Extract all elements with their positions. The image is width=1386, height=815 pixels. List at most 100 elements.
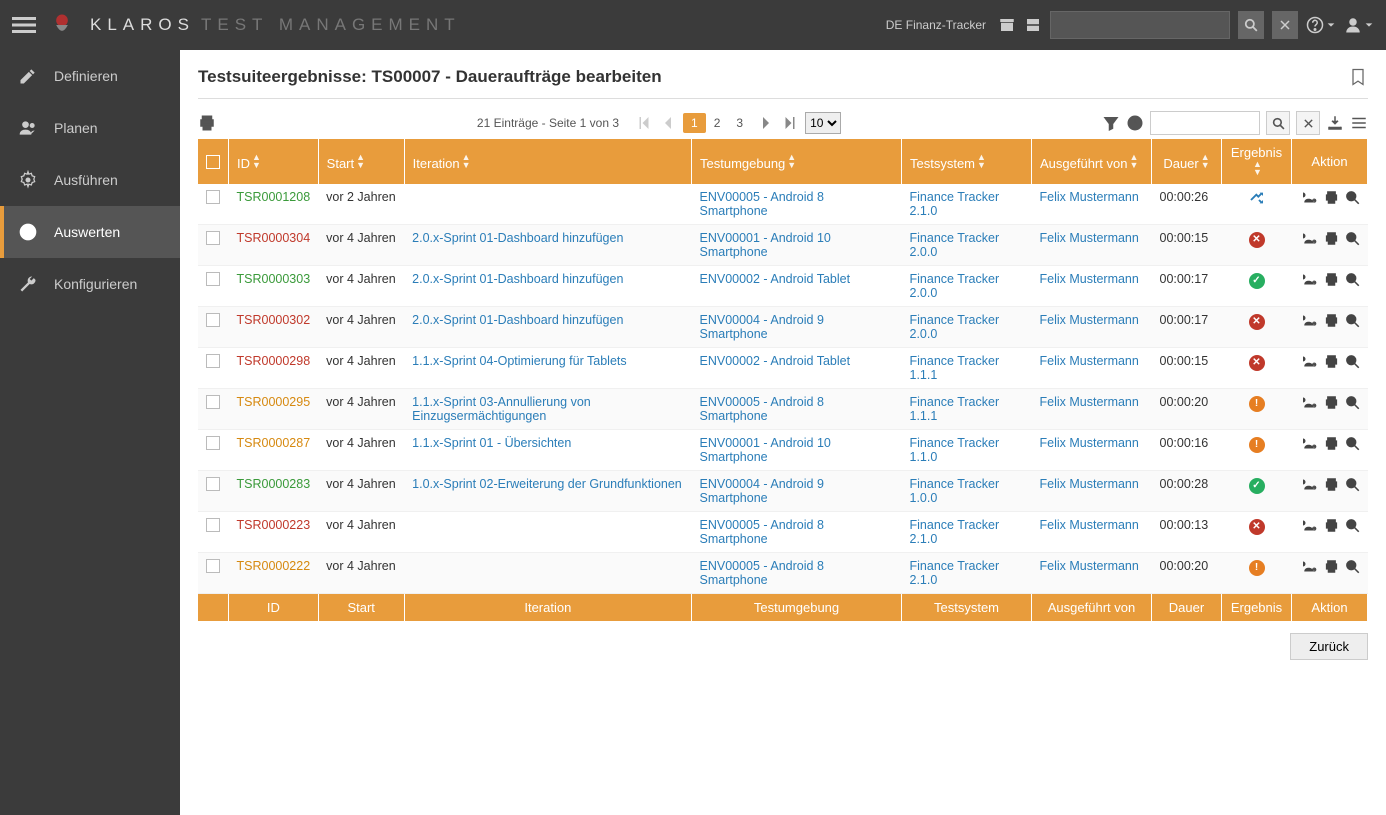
environment-link[interactable]: ENV00005 - Android 8 Smartphone [700, 559, 824, 587]
print-row-icon[interactable] [1324, 272, 1339, 287]
export-icon[interactable] [1326, 114, 1344, 132]
row-checkbox[interactable] [206, 477, 220, 491]
pager-last-button[interactable] [781, 114, 799, 132]
row-checkbox[interactable] [206, 272, 220, 286]
print-row-icon[interactable] [1324, 190, 1339, 205]
view-icon[interactable] [1345, 436, 1360, 451]
assign-icon[interactable] [1303, 477, 1318, 492]
column-header-checkbox[interactable] [198, 139, 229, 184]
iteration-link[interactable]: 1.1.x-Sprint 03-Annullierung von Einzugs… [412, 395, 591, 423]
user-link[interactable]: Felix Mustermann [1040, 436, 1139, 450]
sidebar-item-auswerten[interactable]: Auswerten [0, 206, 180, 258]
testsystem-link[interactable]: Finance Tracker 1.0.0 [910, 477, 1000, 505]
iteration-link[interactable]: 2.0.x-Sprint 01-Dashboard hinzufügen [412, 272, 623, 286]
bookmark-icon[interactable] [1348, 66, 1368, 88]
sidebar-item-planen[interactable]: Planen [0, 102, 180, 154]
user-link[interactable]: Felix Mustermann [1040, 518, 1139, 532]
environment-link[interactable]: ENV00005 - Android 8 Smartphone [700, 395, 824, 423]
server-icon[interactable] [1024, 16, 1042, 34]
table-filter-search-button[interactable] [1266, 111, 1290, 135]
columns-icon[interactable] [1350, 114, 1368, 132]
result-id-link[interactable]: TSR0000304 [237, 231, 311, 245]
result-id-link[interactable]: TSR0000287 [237, 436, 311, 450]
environment-link[interactable]: ENV00004 - Android 9 Smartphone [700, 313, 824, 341]
column-header-Ausgeführt von[interactable]: Ausgeführt von▲▼ [1032, 139, 1152, 184]
user-link[interactable]: Felix Mustermann [1040, 231, 1139, 245]
iteration-link[interactable]: 2.0.x-Sprint 01-Dashboard hinzufügen [412, 313, 623, 327]
global-search-input[interactable] [1050, 11, 1230, 39]
row-checkbox[interactable] [206, 436, 220, 450]
iteration-link[interactable]: 2.0.x-Sprint 01-Dashboard hinzufügen [412, 231, 623, 245]
view-icon[interactable] [1345, 559, 1360, 574]
result-id-link[interactable]: TSR0001208 [237, 190, 311, 204]
sidebar-item-konfigurieren[interactable]: Konfigurieren [0, 258, 180, 310]
assign-icon[interactable] [1303, 190, 1318, 205]
assign-icon[interactable] [1303, 231, 1318, 246]
user-link[interactable]: Felix Mustermann [1040, 313, 1139, 327]
environment-link[interactable]: ENV00002 - Android Tablet [700, 354, 851, 368]
user-link[interactable]: Felix Mustermann [1040, 395, 1139, 409]
pager-prev-button[interactable] [659, 114, 677, 132]
result-id-link[interactable]: TSR0000303 [237, 272, 311, 286]
column-header-Testsystem[interactable]: Testsystem▲▼ [902, 139, 1032, 184]
row-checkbox[interactable] [206, 395, 220, 409]
print-row-icon[interactable] [1324, 354, 1339, 369]
testsystem-link[interactable]: Finance Tracker 1.1.0 [910, 436, 1000, 464]
help-menu[interactable] [1306, 16, 1336, 34]
view-icon[interactable] [1345, 313, 1360, 328]
testsystem-link[interactable]: Finance Tracker 2.1.0 [910, 518, 1000, 546]
result-id-link[interactable]: TSR0000302 [237, 313, 311, 327]
assign-icon[interactable] [1303, 272, 1318, 287]
sidebar-item-ausführen[interactable]: Ausführen [0, 154, 180, 206]
testsystem-link[interactable]: Finance Tracker 2.1.0 [910, 559, 1000, 587]
assign-icon[interactable] [1303, 436, 1318, 451]
result-id-link[interactable]: TSR0000283 [237, 477, 311, 491]
assign-icon[interactable] [1303, 354, 1318, 369]
print-row-icon[interactable] [1324, 477, 1339, 492]
global-search-button[interactable] [1238, 11, 1264, 39]
user-link[interactable]: Felix Mustermann [1040, 190, 1139, 204]
print-row-icon[interactable] [1324, 436, 1339, 451]
iteration-link[interactable]: 1.1.x-Sprint 01 - Übersichten [412, 436, 571, 450]
assign-icon[interactable] [1303, 559, 1318, 574]
testsystem-link[interactable]: Finance Tracker 1.1.1 [910, 395, 1000, 423]
view-icon[interactable] [1345, 477, 1360, 492]
column-header-Ergebnis[interactable]: Ergebnis▲▼ [1222, 139, 1292, 184]
environment-link[interactable]: ENV00005 - Android 8 Smartphone [700, 518, 824, 546]
page-number-1[interactable]: 1 [683, 113, 706, 133]
user-link[interactable]: Felix Mustermann [1040, 272, 1139, 286]
column-header-ID[interactable]: ID▲▼ [229, 139, 319, 184]
global-search-clear-button[interactable] [1272, 11, 1298, 39]
testsystem-link[interactable]: Finance Tracker 2.1.0 [910, 190, 1000, 218]
row-checkbox[interactable] [206, 354, 220, 368]
view-icon[interactable] [1345, 190, 1360, 205]
column-header-Start[interactable]: Start▲▼ [318, 139, 404, 184]
testsystem-link[interactable]: Finance Tracker 2.0.0 [910, 231, 1000, 259]
filter-icon[interactable] [1102, 114, 1120, 132]
testsystem-link[interactable]: Finance Tracker 1.1.1 [910, 354, 1000, 382]
view-icon[interactable] [1345, 518, 1360, 533]
view-icon[interactable] [1345, 272, 1360, 287]
print-icon[interactable] [198, 114, 216, 132]
environment-link[interactable]: ENV00001 - Android 10 Smartphone [700, 436, 831, 464]
print-row-icon[interactable] [1324, 518, 1339, 533]
result-id-link[interactable]: TSR0000298 [237, 354, 311, 368]
pager-next-button[interactable] [757, 114, 775, 132]
sidebar-item-definieren[interactable]: Definieren [0, 50, 180, 102]
print-row-icon[interactable] [1324, 231, 1339, 246]
menu-toggle-button[interactable] [12, 13, 36, 37]
result-id-link[interactable]: TSR0000295 [237, 395, 311, 409]
view-icon[interactable] [1345, 395, 1360, 410]
column-header-Dauer[interactable]: Dauer▲▼ [1152, 139, 1222, 184]
column-header-Iteration[interactable]: Iteration▲▼ [404, 139, 691, 184]
table-filter-clear-button[interactable] [1296, 111, 1320, 135]
testsystem-link[interactable]: Finance Tracker 2.0.0 [910, 313, 1000, 341]
pager-first-button[interactable] [635, 114, 653, 132]
assign-icon[interactable] [1303, 395, 1318, 410]
assign-icon[interactable] [1303, 518, 1318, 533]
result-id-link[interactable]: TSR0000222 [237, 559, 311, 573]
view-icon[interactable] [1345, 231, 1360, 246]
environment-link[interactable]: ENV00001 - Android 10 Smartphone [700, 231, 831, 259]
assign-icon[interactable] [1303, 313, 1318, 328]
iteration-link[interactable]: 1.1.x-Sprint 04-Optimierung für Tablets [412, 354, 626, 368]
